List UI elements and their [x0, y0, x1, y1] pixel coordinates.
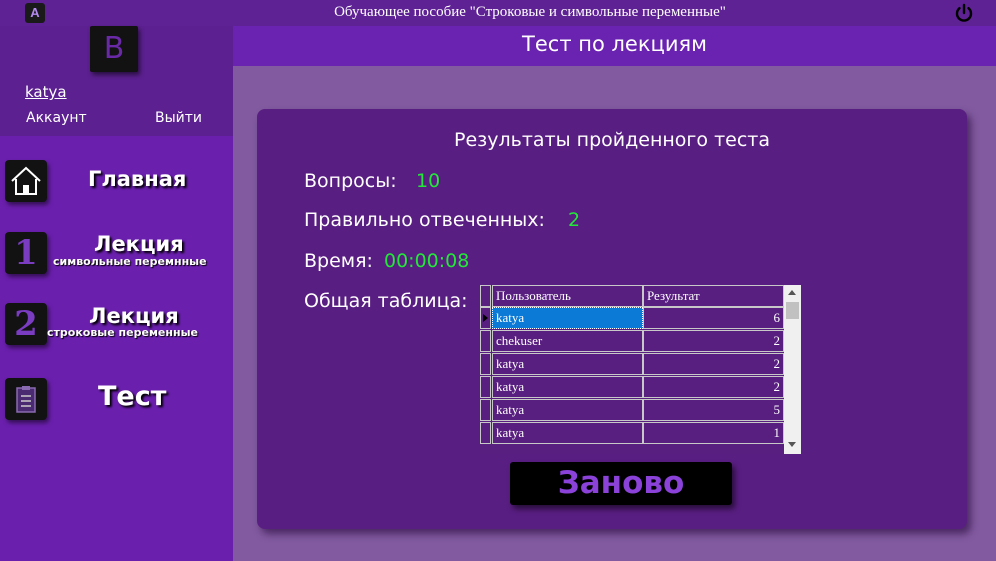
results-table[interactable]: Пользователь Результат katya 6 chekuser … — [479, 285, 801, 454]
time-label: Время: — [304, 250, 373, 272]
home-icon — [5, 160, 47, 202]
current-row-arrow-icon — [483, 314, 488, 322]
nav-item-lecture-2[interactable]: 2 Лекция строковые переменные — [0, 292, 233, 364]
window-titlebar: A Обучающее пособие "Строковые и символь… — [0, 0, 996, 26]
restart-button[interactable]: Заново — [510, 462, 732, 505]
window-title: Обучающее пособие "Строковые и символьны… — [334, 4, 726, 20]
number-two-icon: 2 — [5, 303, 47, 345]
table-cell-result[interactable]: 1 — [643, 422, 784, 444]
account-button[interactable]: Аккаунт — [26, 110, 87, 126]
scroll-thumb[interactable] — [786, 302, 799, 319]
table-label: Общая таблица: — [304, 290, 468, 312]
table-body: Пользователь Результат katya 6 chekuser … — [479, 285, 784, 454]
nav-item-test[interactable]: Тест — [0, 364, 233, 436]
scroll-down-arrow-icon[interactable] — [788, 442, 796, 447]
table-cell-user[interactable]: katya — [492, 399, 643, 421]
username-link[interactable]: katya — [25, 83, 67, 101]
table-cell-user[interactable]: chekuser — [492, 330, 643, 352]
nav-lecture-2-label: Лекция — [89, 304, 179, 328]
row-header[interactable] — [480, 399, 491, 421]
table-corner — [480, 285, 491, 307]
table-scrollbar[interactable] — [784, 285, 801, 454]
row-header[interactable] — [480, 376, 491, 398]
table-cell-user[interactable]: katya — [492, 307, 643, 329]
row-header[interactable] — [480, 422, 491, 444]
nav-lecture-1-subtitle: символьные перемнные — [53, 255, 207, 268]
nav-test-label: Тест — [98, 381, 167, 412]
nav-home-label: Главная — [88, 167, 187, 191]
row-header[interactable] — [480, 307, 491, 329]
nav-item-lecture-1[interactable]: 1 Лекция символьные перемнные — [0, 220, 233, 292]
nav-item-home[interactable]: Главная — [0, 146, 233, 218]
time-value: 00:00:08 — [384, 250, 470, 272]
questions-label: Вопросы: — [304, 170, 397, 192]
table-cell-user[interactable]: katya — [492, 353, 643, 375]
correct-label: Правильно отвеченных: — [304, 209, 545, 231]
table-cell-result[interactable]: 2 — [643, 353, 784, 375]
correct-value: 2 — [568, 209, 581, 231]
results-card: Результаты пройденного теста Вопросы: 10… — [257, 109, 967, 529]
logout-button[interactable]: Выйти — [155, 110, 202, 126]
power-icon[interactable] — [952, 1, 976, 25]
row-header[interactable] — [480, 353, 491, 375]
avatar: B — [90, 26, 138, 72]
nav-lecture-2-subtitle: строковые переменные — [47, 326, 199, 339]
table-cell-user[interactable]: katya — [492, 422, 643, 444]
clipboard-icon — [5, 378, 47, 420]
scroll-up-arrow-icon[interactable] — [788, 290, 796, 295]
number-one-icon: 1 — [5, 232, 47, 274]
nav-lecture-1-label: Лекция — [94, 232, 184, 256]
column-header-user[interactable]: Пользователь — [492, 285, 643, 307]
table-cell-result[interactable]: 6 — [643, 307, 784, 329]
page-header: Тест по лекциям — [233, 26, 996, 66]
page-title: Тест по лекциям — [522, 32, 707, 56]
results-title: Результаты пройденного теста — [454, 129, 770, 151]
sidebar: B katya Аккаунт Выйти Главная 1 Лекция с… — [0, 26, 233, 561]
table-cell-result[interactable]: 2 — [643, 376, 784, 398]
table-cell-result[interactable]: 2 — [643, 330, 784, 352]
table-cell-user[interactable]: katya — [492, 376, 643, 398]
profile-panel: B katya Аккаунт Выйти — [0, 26, 233, 136]
table-cell-result[interactable]: 5 — [643, 399, 784, 421]
row-header[interactable] — [480, 330, 491, 352]
questions-value: 10 — [416, 170, 441, 192]
column-header-result[interactable]: Результат — [643, 285, 784, 307]
